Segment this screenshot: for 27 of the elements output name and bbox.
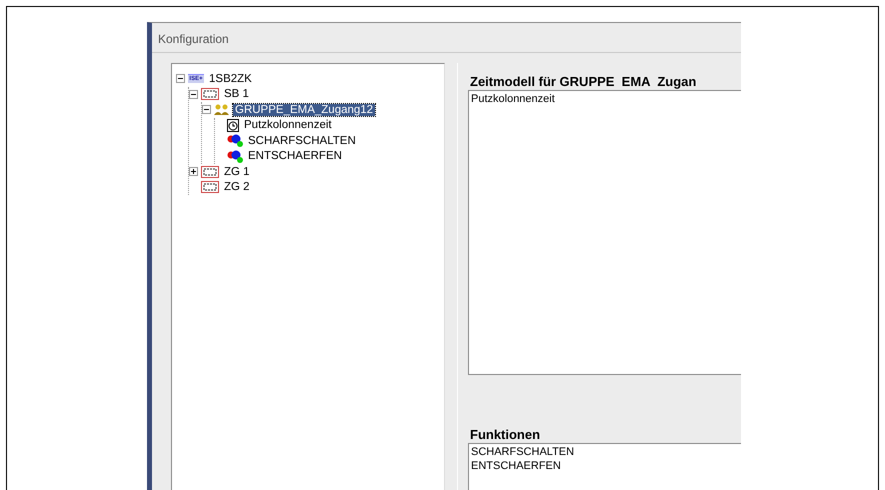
tree-item[interactable]: Putzkolonnenzeit — [242, 119, 334, 132]
list-item[interactable]: SCHARFSCHALTEN — [471, 445, 739, 459]
people-icon — [214, 104, 230, 116]
zone-icon — [201, 88, 219, 100]
section-heading: Funktionen — [469, 426, 542, 443]
tree-item[interactable]: SCHARFSCHALTEN — [246, 134, 358, 147]
tree-item[interactable]: 1SB2ZK — [207, 72, 254, 85]
list-box[interactable]: Putzkolonnenzeit — [468, 90, 741, 375]
zone-icon — [201, 166, 219, 178]
list-box[interactable]: SCHARFSCHALTEN ENTSCHAERFEN — [468, 443, 741, 490]
list-item[interactable]: ENTSCHAERFEN — [471, 459, 739, 473]
expand-toggle[interactable] — [189, 167, 198, 176]
zone-icon — [201, 181, 219, 194]
collapse-toggle[interactable] — [176, 74, 185, 84]
tree-item[interactable]: GRUPPE_EMA_Zugang12 — [233, 104, 376, 116]
section-heading: Zeitmodell für GRUPPE EMA Zugan — [469, 73, 698, 90]
window-title: Konfiguration — [152, 23, 741, 53]
tree-item[interactable]: ZG 2 — [222, 181, 252, 194]
dots-icon — [227, 134, 243, 148]
tree-item[interactable]: ZG 1 — [222, 166, 252, 178]
dots-icon — [227, 150, 243, 163]
collapse-toggle[interactable] — [202, 105, 211, 114]
clock-icon — [227, 118, 239, 132]
collapse-toggle[interactable] — [189, 90, 198, 99]
list-item[interactable]: Putzkolonnenzeit — [471, 92, 739, 106]
tree-item[interactable]: SB 1 — [222, 88, 251, 100]
tree-item[interactable]: ENTSCHAERFEN — [246, 150, 344, 162]
